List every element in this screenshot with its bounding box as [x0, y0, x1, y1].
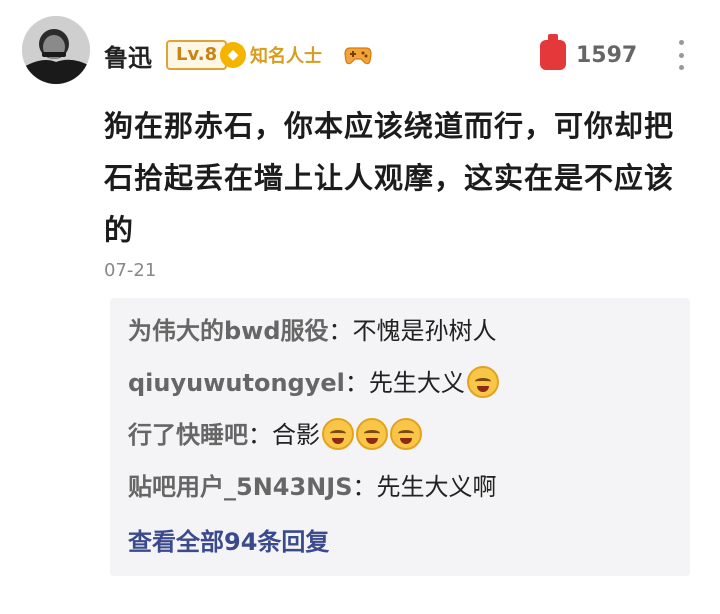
- reply-author[interactable]: qiuyuwutongyel: [128, 369, 345, 397]
- reply-text: 先生大义: [368, 369, 465, 397]
- reply-separator: ：: [248, 421, 272, 449]
- reply-separator: ：: [328, 317, 353, 345]
- reply-item[interactable]: 为伟大的bwd服役：不愧是孙树人: [128, 314, 497, 348]
- laughing-emoji-icon: [356, 418, 388, 450]
- reply-text: 合影: [272, 421, 320, 449]
- laughing-emoji-icon: [322, 418, 354, 450]
- like-count: 1597: [576, 42, 638, 68]
- like-button[interactable]: 1597: [540, 34, 638, 70]
- view-all-replies-link[interactable]: 查看全部94条回复: [128, 522, 329, 557]
- reply-text: 不愧是孙树人: [352, 317, 497, 345]
- reply-separator: ：: [352, 473, 377, 501]
- reply-author[interactable]: 贴吧用户_5N43NJS: [128, 473, 352, 501]
- reply-item[interactable]: 行了快睡吧：合影: [128, 418, 422, 452]
- reply-text: 先生大义啊: [376, 473, 497, 501]
- comment-text: 狗在那赤石，你本应该绕道而行，可你却把石拾起丢在墙上让人观摩，这实在是不应该的: [104, 109, 675, 247]
- diamond-icon: ◆: [220, 42, 246, 68]
- level-badge: Lv.8: [166, 40, 228, 70]
- gamepad-icon: [344, 47, 372, 65]
- reply-author[interactable]: 为伟大的bwd服役: [128, 317, 329, 345]
- thumbs-up-icon: [540, 34, 566, 70]
- avatar-image: [22, 16, 90, 84]
- laughing-emoji-icon: [390, 418, 422, 450]
- reply-author[interactable]: 行了快睡吧: [128, 421, 248, 449]
- avatar[interactable]: [22, 16, 90, 84]
- reply-list: 为伟大的bwd服役：不愧是孙树人 qiuyuwutongyel：先生大义 行了快…: [110, 298, 690, 576]
- reply-item[interactable]: 贴吧用户_5N43NJS：先生大义啊: [128, 470, 496, 504]
- title-badge: ◆ 知名人士: [220, 40, 322, 70]
- comment-date: 07-21: [104, 260, 157, 281]
- title-badge-label: 知名人士: [250, 46, 322, 67]
- laughing-emoji-icon: [466, 366, 499, 398]
- username[interactable]: 鲁迅: [104, 38, 152, 73]
- reply-item[interactable]: qiuyuwutongyel：先生大义: [128, 366, 499, 400]
- reply-separator: ：: [344, 369, 369, 397]
- more-vertical-icon[interactable]: [676, 40, 686, 70]
